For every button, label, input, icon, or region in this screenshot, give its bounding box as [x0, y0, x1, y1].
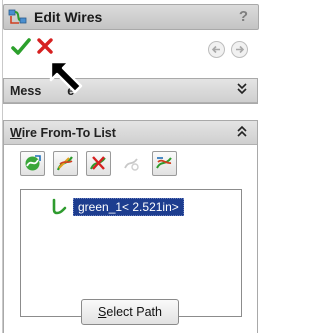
message-group-header[interactable]: Mess e: [4, 79, 257, 103]
forward-arrow-icon[interactable]: [231, 41, 248, 58]
help-button[interactable]: ?: [239, 8, 248, 25]
edit-wires-icon: [8, 8, 28, 26]
expand-chevron-icon[interactable]: [237, 83, 247, 98]
wire-toolbar: [20, 151, 177, 177]
wire-list-label: Wire From-To List: [10, 125, 116, 140]
wire-list-header[interactable]: Wire From-To List: [4, 121, 257, 145]
edit-wires-panel: Edit Wires ? Mess e Wire From-To List gr…: [2, 0, 259, 333]
delete-wire-icon[interactable]: [86, 151, 111, 176]
wire-icon: [51, 198, 67, 216]
panel-title: Edit Wires: [34, 9, 103, 25]
action-row: [3, 30, 259, 64]
back-arrow-icon[interactable]: [208, 41, 225, 58]
title-bar: Edit Wires ?: [3, 4, 259, 30]
ok-check-icon[interactable]: [11, 38, 31, 56]
list-item[interactable]: green_1< 2.521in>: [51, 198, 184, 216]
wire-list[interactable]: green_1< 2.521in>: [20, 189, 242, 317]
wire-item-label[interactable]: green_1< 2.521in>: [73, 198, 184, 216]
collapse-chevron-icon[interactable]: [237, 125, 247, 140]
mouse-cursor-icon: [47, 58, 87, 102]
message-group[interactable]: Mess e: [3, 78, 258, 104]
disabled-wire-icon: [119, 151, 144, 176]
select-path-button[interactable]: Select Path: [81, 299, 179, 325]
add-wire-icon[interactable]: [20, 151, 45, 176]
reorder-wire-icon[interactable]: [152, 151, 177, 176]
edit-wire-icon[interactable]: [53, 151, 78, 176]
cancel-x-icon[interactable]: [37, 38, 53, 54]
